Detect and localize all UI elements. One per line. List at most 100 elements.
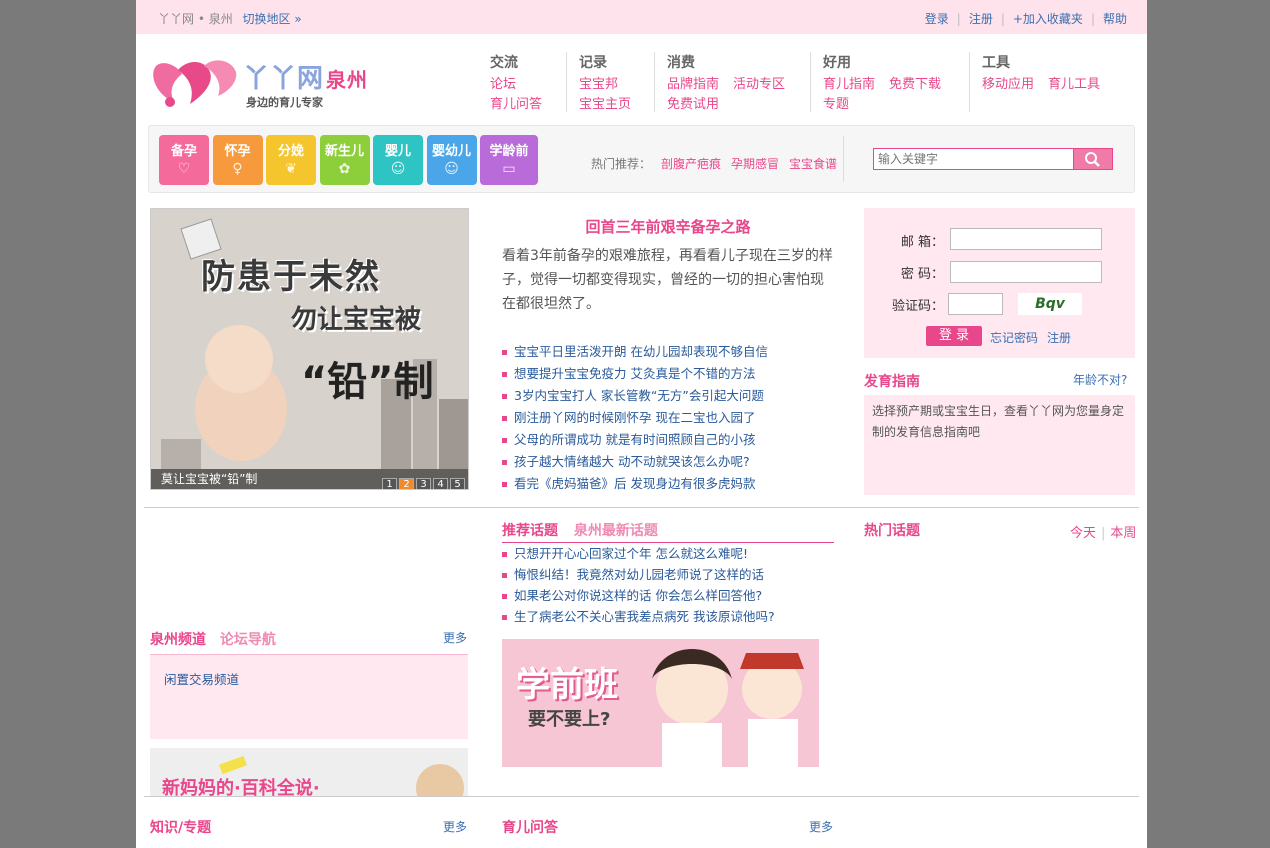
login-register-link[interactable]: 注册: [1047, 329, 1071, 346]
category-button[interactable]: 分娩 ❦: [266, 135, 316, 185]
user-links: 登录 | 注册 | +加入收藏夹 | 帮助: [924, 12, 1127, 26]
tab-quanzhou-channel[interactable]: 泉州频道: [150, 632, 206, 648]
help-link[interactable]: 帮助: [1103, 12, 1127, 26]
hot-item[interactable]: 宝宝食谱: [789, 157, 837, 171]
nav-link[interactable]: 专题: [823, 97, 849, 112]
encyclopedia-banner[interactable]: 新妈妈的·百科全说·: [150, 748, 468, 796]
news-item[interactable]: 看完《虎妈猫爸》后 发现身边有很多虎妈款: [502, 473, 842, 495]
hot-item[interactable]: 孕期感冒: [731, 157, 779, 171]
age-wrong-link[interactable]: 年龄不对?: [1073, 371, 1127, 388]
divider: [843, 136, 844, 182]
nav-group-useful: 好用 育儿指南 免费下载 专题: [810, 52, 955, 112]
category-label: 怀孕: [224, 144, 251, 159]
bookmark-link[interactable]: +加入收藏夹: [1013, 12, 1083, 26]
promo-title: 学前班: [516, 665, 618, 705]
nav-link[interactable]: 免费试用: [667, 97, 719, 112]
knowledge-title: 知识/专题: [150, 820, 212, 836]
category-button[interactable]: 怀孕 ♀: [212, 135, 263, 185]
search-button[interactable]: [1073, 148, 1113, 170]
hero-slideshow[interactable]: 防患于未然 勿让宝宝被 “铅”制 莫让宝宝被“铅”制 12345: [150, 208, 469, 490]
search-input[interactable]: [873, 148, 1078, 170]
news-item[interactable]: 宝宝平日里活泼开朗 在幼儿园却表现不够自信: [502, 341, 842, 363]
password-field[interactable]: [950, 261, 1102, 283]
filter-week[interactable]: 本周: [1110, 526, 1136, 541]
channel-link[interactable]: 闲置交易频道: [164, 669, 239, 688]
news-item[interactable]: 想要提升宝宝免疫力 艾灸真是个不错的方法: [502, 363, 842, 385]
nav-link[interactable]: 育儿工具: [1048, 77, 1100, 92]
topic-item[interactable]: 悔恨纠结！我竟然对幼儿园老师说了这样的话: [502, 564, 775, 585]
switch-region-link[interactable]: 切换地区 »: [243, 12, 302, 26]
topic-item[interactable]: 只想开开心心回家过个年 怎么就这么难呢!: [502, 543, 775, 564]
quanzhou-more-link[interactable]: 更多: [443, 629, 467, 646]
captcha-label: 验证码：: [891, 299, 944, 314]
news-item[interactable]: 刚注册丫网的时候刚怀孕 现在二宝也入园了: [502, 407, 842, 429]
topic-item[interactable]: 如果老公对你说这样的话 你会怎么样回答他?: [502, 585, 775, 606]
quanzhou-box: 闲置交易频道: [150, 654, 468, 739]
hero-page-button[interactable]: 1: [382, 478, 397, 489]
category-button[interactable]: 备孕 ♡: [159, 135, 209, 185]
nav-link[interactable]: 论坛: [490, 77, 516, 92]
nav-heading: 消费: [667, 55, 695, 71]
tab-forum-nav[interactable]: 论坛导航: [220, 632, 276, 648]
bottom-divider: [144, 796, 1139, 797]
hero-page-button[interactable]: 2: [399, 478, 414, 489]
category-icon: ☺: [390, 161, 406, 177]
login-submit-button[interactable]: 登 录: [926, 326, 982, 346]
tab-recommended-topics[interactable]: 推荐话题: [502, 523, 558, 539]
knowledge-more-link[interactable]: 更多: [443, 818, 467, 835]
nav-row: 育儿问答: [490, 95, 556, 115]
register-link[interactable]: 注册: [969, 12, 993, 26]
nav-link[interactable]: 育儿问答: [490, 97, 542, 112]
nav-link[interactable]: 活动专区: [733, 77, 785, 92]
hot-recommend: 热门推荐： 剖腹产疤痕 孕期感冒 宝宝食谱: [591, 157, 838, 171]
category-icon: ✿: [338, 161, 351, 177]
topic-item[interactable]: 生了病老公不关心害我差点病死 我该原谅他吗?: [502, 606, 775, 627]
captcha-field[interactable]: [948, 293, 1003, 315]
category-bar: 备孕 ♡ 怀孕 ♀ 分娩 ❦ 新生儿 ✿ 婴儿 ☺ 婴幼儿 ☺ 学龄前 ▭ 热门推荐： 剖腹产疤痕 孕期感冒宝…: [148, 125, 1135, 193]
nav-link[interactable]: 免费下载: [889, 77, 941, 92]
login-link[interactable]: 登录: [925, 12, 949, 26]
category-icon: ☺: [444, 161, 459, 177]
nav-link[interactable]: 宝宝主页: [579, 97, 631, 112]
section-divider: [144, 507, 1139, 508]
news-item[interactable]: 3岁内宝宝打人 家长管教“无方”会引起大问题: [502, 385, 842, 407]
category-label: 备孕: [170, 144, 197, 159]
hot-item[interactable]: 剖腹产疤痕: [661, 157, 721, 171]
forgot-password-link[interactable]: 忘记密码: [990, 329, 1038, 346]
hero-page-button[interactable]: 5: [450, 478, 465, 489]
email-label: 邮 箱：: [900, 235, 944, 250]
preschool-promo[interactable]: 学前班 要不要上?: [502, 639, 819, 767]
news-item[interactable]: 孩子越大情绪越大 动不动就哭该怎么办呢?: [502, 451, 842, 473]
headline-title[interactable]: 回首三年前艰辛备孕之路: [502, 216, 834, 237]
nav-heading: 记录: [579, 55, 607, 71]
hero-page-button[interactable]: 3: [416, 478, 431, 489]
category-button[interactable]: 学龄前 ▭: [480, 135, 538, 185]
category-button[interactable]: 新生儿 ✿: [319, 135, 370, 185]
tab-quanzhou-topics[interactable]: 泉州最新话题: [574, 523, 658, 539]
growth-guide-title: 发育指南: [864, 374, 920, 390]
growth-guide-box: 选择预产期或宝宝生日，查看丫丫网为您量身定制的发育信息指南吧: [864, 395, 1135, 495]
news-item[interactable]: 父母的所谓成功 就是有时间照顾自己的小孩: [502, 429, 842, 451]
hero-page-button[interactable]: 4: [433, 478, 448, 489]
news-list: 宝宝平日里活泼开朗 在幼儿园却表现不够自信 想要提升宝宝免疫力 艾灸真是个不错的方…: [502, 341, 842, 495]
top-bar: 丫丫网 • 泉州 切换地区 » 登录 | 注册 | +加入收藏夹 | 帮助: [136, 0, 1147, 34]
hero-caption: 莫让宝宝被“铅”制: [161, 472, 258, 486]
nav-link[interactable]: 品牌指南: [667, 77, 719, 92]
nav-link[interactable]: 育儿指南: [823, 77, 875, 92]
category-button[interactable]: 婴儿 ☺: [373, 135, 423, 185]
site-logo[interactable]: 丫丫网 泉州 身边的育儿专家: [148, 50, 388, 112]
category-button[interactable]: 婴幼儿 ☺: [426, 135, 477, 185]
filter-today[interactable]: 今天: [1070, 526, 1096, 541]
category-icon: ♡: [177, 161, 191, 177]
site-location: 丫丫网 • 泉州: [158, 12, 233, 26]
hot-topics-filter: 今天 | 本周: [1070, 526, 1137, 541]
search-icon: [1085, 152, 1100, 167]
qa-more-link[interactable]: 更多: [809, 818, 833, 835]
search-box: [873, 148, 1113, 170]
nav-link[interactable]: 宝宝邦: [579, 77, 618, 92]
nav-link[interactable]: 移动应用: [982, 77, 1034, 92]
nav-row: 免费试用: [667, 95, 799, 115]
hero-pager: 12345: [380, 473, 465, 489]
email-field[interactable]: [950, 228, 1102, 250]
captcha-image[interactable]: Bqv: [1018, 293, 1082, 315]
